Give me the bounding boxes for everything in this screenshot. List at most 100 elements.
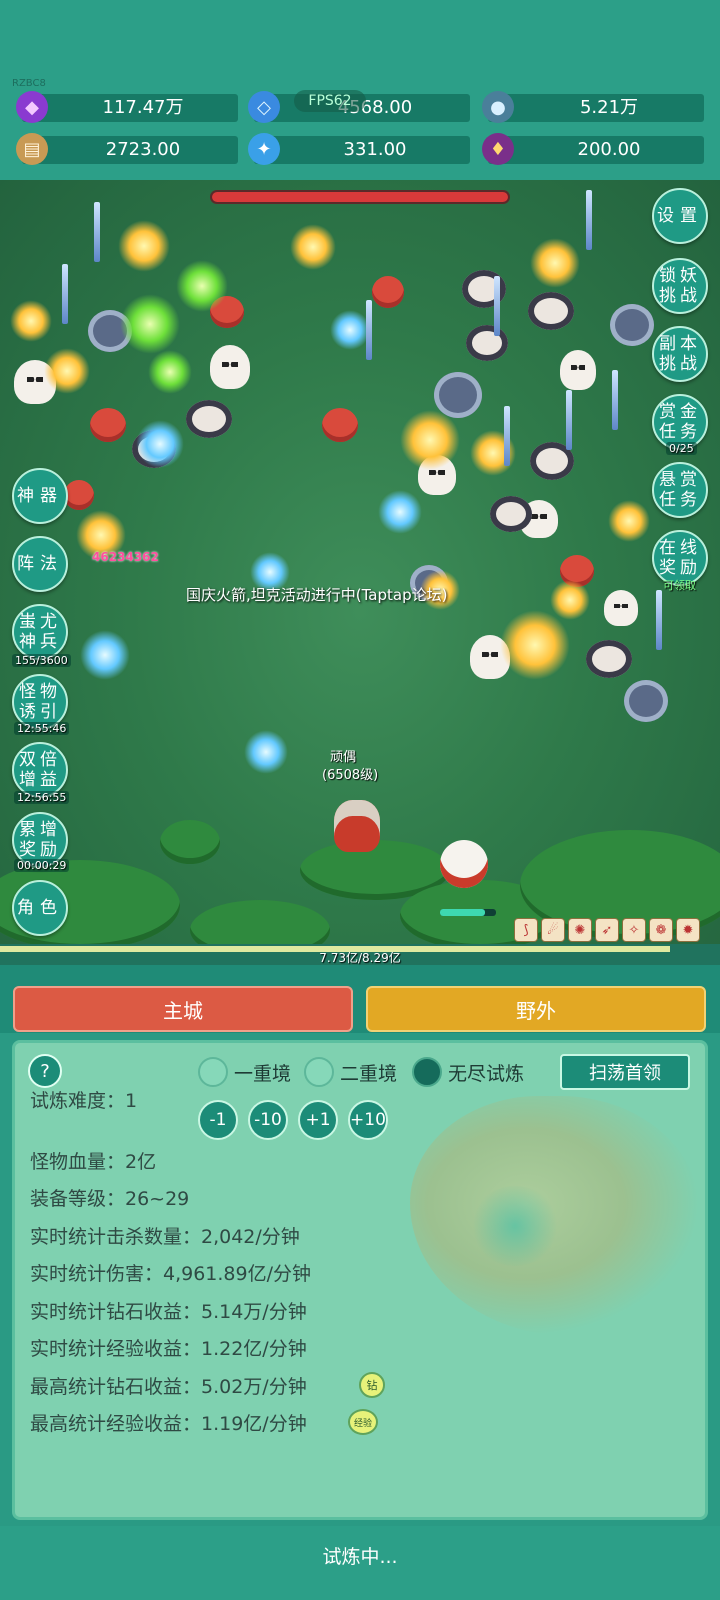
scroll-icon: ▤ <box>16 133 48 165</box>
spark-effect <box>400 410 460 470</box>
flying-sword <box>566 390 572 450</box>
fps-counter: FPS62 <box>294 90 366 112</box>
ice-effect <box>378 490 422 534</box>
purple-gem-icon: ◆ <box>16 91 48 123</box>
event-marquee: 国庆火箭,坦克活动进行中(Taptap论坛) <box>186 586 448 604</box>
settings-button[interactable]: 设置 <box>652 188 708 244</box>
spark-effect <box>530 238 580 288</box>
globe-orb-icon: ● <box>482 91 514 123</box>
spark-effect <box>608 500 650 542</box>
bush <box>160 820 220 864</box>
chiyou-progress: 155/3600 <box>12 654 71 667</box>
purple-pouch-icon: ♦ <box>482 133 514 165</box>
skill-slot-icon[interactable]: ❁ <box>649 918 673 942</box>
skill-slot-icon[interactable]: ☄ <box>541 918 565 942</box>
poison-effect <box>148 350 192 394</box>
currency-pouch: ♦ 200.00 <box>482 133 704 165</box>
tab-wild[interactable]: 野外 <box>366 986 706 1032</box>
formation-button[interactable]: 阵法 <box>12 536 68 592</box>
radio-dot-selected <box>412 1057 442 1087</box>
monster-ghost <box>604 590 638 626</box>
difficulty-minus-1-button[interactable]: -1 <box>198 1100 238 1140</box>
chiyou-weapon-button[interactable]: 蚩尤神兵 <box>12 604 68 660</box>
exp-badge-icon: 经验 <box>348 1409 378 1435</box>
monster-ghost <box>210 345 250 389</box>
poison-effect <box>176 260 228 312</box>
mode-radio-first-realm[interactable]: 一重境 <box>198 1057 291 1087</box>
mode-radio-endless-trial[interactable]: 无尽试炼 <box>412 1057 524 1087</box>
skill-slot-icon[interactable]: ✹ <box>676 918 700 942</box>
currency-scroll: ▤ 2723.00 <box>16 133 238 165</box>
skill-slot-icon[interactable]: ⟆ <box>514 918 538 942</box>
flying-sword <box>504 406 510 466</box>
character-button[interactable]: 角色 <box>12 880 68 936</box>
monster-red <box>322 408 358 442</box>
blue-diamond-icon: ◇ <box>248 91 280 123</box>
stat-exp-income: 实时统计经验收益：1.22亿/分钟 <box>30 1338 307 1360</box>
pet-chicken <box>440 840 488 888</box>
ice-effect <box>330 310 370 350</box>
currency-globe: ● 5.21万 <box>482 91 704 123</box>
online-reward-status: 可领取 <box>663 579 696 592</box>
stat-kills-per-minute: 实时统计击杀数量：2,042/分钟 <box>30 1226 300 1248</box>
monster-sheep <box>490 496 532 532</box>
skill-slot-icon[interactable]: ✺ <box>568 918 592 942</box>
crystal-shard-icon: ✦ <box>248 133 280 165</box>
reward-task-button[interactable]: 悬赏任务 <box>652 462 708 518</box>
stat-monster-hp: 怪物血量：2亿 <box>30 1151 157 1173</box>
difficulty-plus-10-button[interactable]: +10 <box>348 1100 388 1140</box>
difficulty-plus-1-button[interactable]: +1 <box>298 1100 338 1140</box>
currency-purple-gem: ◆ 117.47万 <box>16 91 238 123</box>
monster-ghost <box>560 350 596 390</box>
boss-hp-bar <box>210 190 510 204</box>
difficulty-label: 试炼难度：1 <box>30 1090 138 1112</box>
flying-sword <box>586 190 592 250</box>
monster-lure-timer: 12:55:46 <box>14 722 70 735</box>
ice-effect <box>244 730 288 774</box>
demon-lock-challenge-button[interactable]: 锁妖挑战 <box>652 258 708 314</box>
bounty-task-count: 0/25 <box>666 442 697 455</box>
skill-slot-icon[interactable]: ➶ <box>595 918 619 942</box>
double-boost-timer: 12:56:55 <box>14 791 70 804</box>
spark-effect <box>44 348 90 394</box>
difficulty-value: 1 <box>125 1090 138 1112</box>
spark-effect <box>500 610 570 680</box>
spark-effect <box>118 220 170 272</box>
monster-red <box>372 276 404 308</box>
skill-slot-icon[interactable]: ✧ <box>622 918 646 942</box>
poison-effect <box>120 294 180 354</box>
stat-diamond-income: 实时统计钻石收益：5.14万/分钟 <box>30 1301 307 1323</box>
double-boost-button[interactable]: 双倍增益 <box>12 742 68 798</box>
stat-best-diamond-income: 最高统计钻石收益：5.02万/分钟 <box>30 1376 307 1398</box>
hero-character <box>334 800 380 852</box>
monster-blob <box>610 304 654 346</box>
pet-hp-bar <box>440 909 496 916</box>
accumulated-reward-timer: 00:00:29 <box>14 859 70 872</box>
damage-number: 46234362 <box>92 550 159 564</box>
artifact-button[interactable]: 神器 <box>12 468 68 524</box>
ice-effect <box>136 420 184 468</box>
flying-sword <box>366 300 372 360</box>
mode-radio-second-realm[interactable]: 二重境 <box>304 1057 397 1087</box>
dungeon-challenge-button[interactable]: 副本挑战 <box>652 326 708 382</box>
help-button[interactable]: ? <box>28 1054 62 1088</box>
radio-dot <box>304 1057 334 1087</box>
flying-sword <box>94 202 100 262</box>
spark-effect <box>10 300 52 342</box>
sweep-boss-button[interactable]: 扫荡首领 <box>560 1054 690 1090</box>
difficulty-minus-10-button[interactable]: -10 <box>248 1100 288 1140</box>
monster-blob <box>624 680 668 722</box>
monster-sheep <box>466 325 508 361</box>
battle-field: 46234362 国庆火箭,坦克活动进行中(Taptap论坛) 顽偶 (6508… <box>0 180 720 965</box>
stat-best-exp-income: 最高统计经验收益：1.19亿/分钟 <box>30 1413 307 1435</box>
radio-dot <box>198 1057 228 1087</box>
tab-main-city[interactable]: 主城 <box>13 986 353 1032</box>
spark-effect <box>550 580 590 620</box>
ice-effect <box>80 630 130 680</box>
stat-damage-per-minute: 实时统计伤害：4,961.89亿/分钟 <box>30 1263 312 1285</box>
monster-red <box>90 408 126 442</box>
monster-sheep <box>186 400 232 438</box>
build-tag: RZBC8 <box>12 78 46 89</box>
spark-effect <box>290 224 336 270</box>
monster-blob <box>434 372 482 418</box>
